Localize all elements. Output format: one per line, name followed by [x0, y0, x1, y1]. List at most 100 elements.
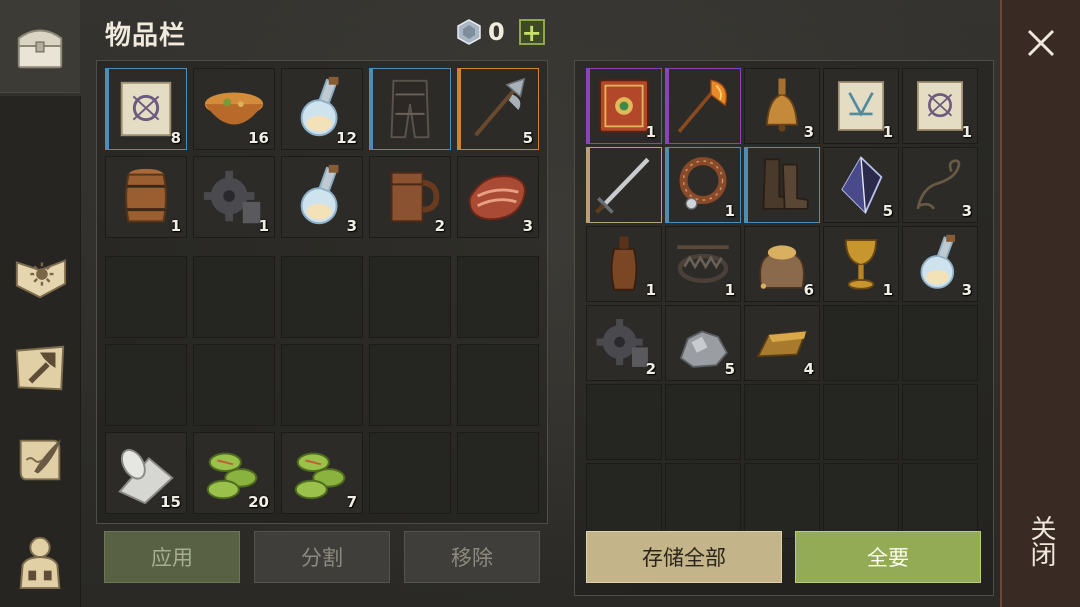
- empty-slot[interactable]: [823, 463, 899, 539]
- item-slot[interactable]: 1: [586, 68, 662, 144]
- tab-quests[interactable]: [0, 414, 80, 506]
- empty-slot[interactable]: [902, 305, 978, 381]
- item-slot[interactable]: 5: [457, 68, 539, 150]
- empty-slot[interactable]: [744, 463, 820, 539]
- item-slot[interactable]: 1: [665, 147, 741, 223]
- item-quantity: 1: [724, 202, 735, 220]
- item-quantity: 3: [803, 123, 814, 141]
- empty-slot[interactable]: [744, 384, 820, 460]
- empty-slot[interactable]: [369, 432, 451, 514]
- empty-slot[interactable]: [193, 256, 275, 338]
- store-all-button[interactable]: 存储全部: [586, 531, 782, 583]
- rarity-bar: [745, 148, 748, 222]
- leather-pants-icon: [390, 79, 430, 139]
- long-sword-icon: [594, 157, 650, 215]
- close-icon[interactable]: [1020, 22, 1062, 64]
- item-quantity: 8: [170, 129, 181, 147]
- item-slot[interactable]: 6: [744, 226, 820, 302]
- item-slot[interactable]: 1: [823, 68, 899, 144]
- currency-count: 0: [488, 18, 505, 46]
- item-slot[interactable]: 3: [744, 68, 820, 144]
- tab-inventory[interactable]: [0, 0, 80, 93]
- tab-character[interactable]: [0, 515, 80, 607]
- apply-button[interactable]: 应用: [104, 531, 240, 583]
- item-slot[interactable]: 15: [105, 432, 187, 514]
- inventory-chest-icon: [17, 29, 63, 69]
- add-currency-button[interactable]: +: [518, 19, 545, 45]
- tab-crafting[interactable]: [0, 322, 80, 414]
- empty-slot[interactable]: [902, 463, 978, 539]
- empty-slot[interactable]: [823, 384, 899, 460]
- empty-slot[interactable]: [281, 256, 363, 338]
- scroll-quill-icon: [19, 438, 62, 481]
- item-quantity: 1: [961, 123, 972, 141]
- flame-axe-icon: [677, 79, 727, 133]
- empty-slot[interactable]: [369, 344, 451, 426]
- item-slot[interactable]: 2: [586, 305, 662, 381]
- item-slot[interactable]: 8: [105, 68, 187, 150]
- item-slot[interactable]: 7: [281, 432, 363, 514]
- item-slot[interactable]: 3: [457, 156, 539, 238]
- item-quantity: 1: [645, 123, 656, 141]
- item-slot[interactable]: 5: [823, 147, 899, 223]
- item-slot[interactable]: 1: [586, 226, 662, 302]
- item-slot[interactable]: 12: [281, 68, 363, 150]
- rarity-bar: [370, 69, 373, 149]
- tab-skills[interactable]: [0, 230, 80, 322]
- leather-boots-icon: [762, 158, 809, 210]
- take-all-button[interactable]: 全要: [795, 531, 981, 583]
- item-quantity: 7: [346, 493, 357, 511]
- empty-slot[interactable]: [457, 344, 539, 426]
- item-quantity: 1: [882, 281, 893, 299]
- item-slot[interactable]: 3: [902, 147, 978, 223]
- item-slot[interactable]: 20: [193, 432, 275, 514]
- item-slot[interactable]: 16: [193, 68, 275, 150]
- item-quantity: 3: [346, 217, 357, 235]
- item-slot[interactable]: [665, 68, 741, 144]
- gem-currency-icon: [457, 19, 481, 45]
- item-quantity: 1: [724, 281, 735, 299]
- empty-slot[interactable]: [902, 384, 978, 460]
- item-slot[interactable]: 3: [281, 156, 363, 238]
- item-slot[interactable]: 1: [193, 156, 275, 238]
- currency-display: 0 +: [456, 18, 545, 46]
- rarity-bar: [666, 69, 669, 143]
- item-slot[interactable]: [586, 147, 662, 223]
- empty-slot[interactable]: [281, 344, 363, 426]
- empty-slot[interactable]: [665, 384, 741, 460]
- item-quantity: 5: [724, 360, 735, 378]
- item-quantity: 20: [248, 493, 269, 511]
- item-slot[interactable]: [369, 68, 451, 150]
- item-slot[interactable]: 3: [902, 226, 978, 302]
- empty-slot[interactable]: [193, 344, 275, 426]
- item-slot[interactable]: 5: [665, 305, 741, 381]
- empty-slot[interactable]: [665, 463, 741, 539]
- empty-slot[interactable]: [586, 384, 662, 460]
- item-quantity: 3: [961, 281, 972, 299]
- empty-slot[interactable]: [369, 256, 451, 338]
- item-slot[interactable]: 1: [665, 226, 741, 302]
- empty-slot[interactable]: [105, 344, 187, 426]
- character-silhouette-icon: [19, 536, 61, 590]
- item-slot[interactable]: 1: [902, 68, 978, 144]
- item-quantity: 1: [882, 123, 893, 141]
- empty-slot[interactable]: [457, 256, 539, 338]
- item-quantity: 1: [645, 281, 656, 299]
- item-quantity: 3: [522, 217, 533, 235]
- item-slot[interactable]: 2: [369, 156, 451, 238]
- item-slot[interactable]: [744, 147, 820, 223]
- empty-slot[interactable]: [105, 256, 187, 338]
- item-quantity: 5: [882, 202, 893, 220]
- split-button[interactable]: 分割: [254, 531, 390, 583]
- remove-button[interactable]: 移除: [404, 531, 540, 583]
- empty-slot[interactable]: [823, 305, 899, 381]
- empty-slot[interactable]: [586, 463, 662, 539]
- left-nav: [0, 0, 81, 607]
- item-slot[interactable]: 1: [823, 226, 899, 302]
- item-quantity: 2: [645, 360, 656, 378]
- sun-book-icon: [15, 259, 67, 299]
- rarity-bar: [587, 69, 590, 143]
- empty-slot[interactable]: [457, 432, 539, 514]
- item-slot[interactable]: 1: [105, 156, 187, 238]
- item-slot[interactable]: 4: [744, 305, 820, 381]
